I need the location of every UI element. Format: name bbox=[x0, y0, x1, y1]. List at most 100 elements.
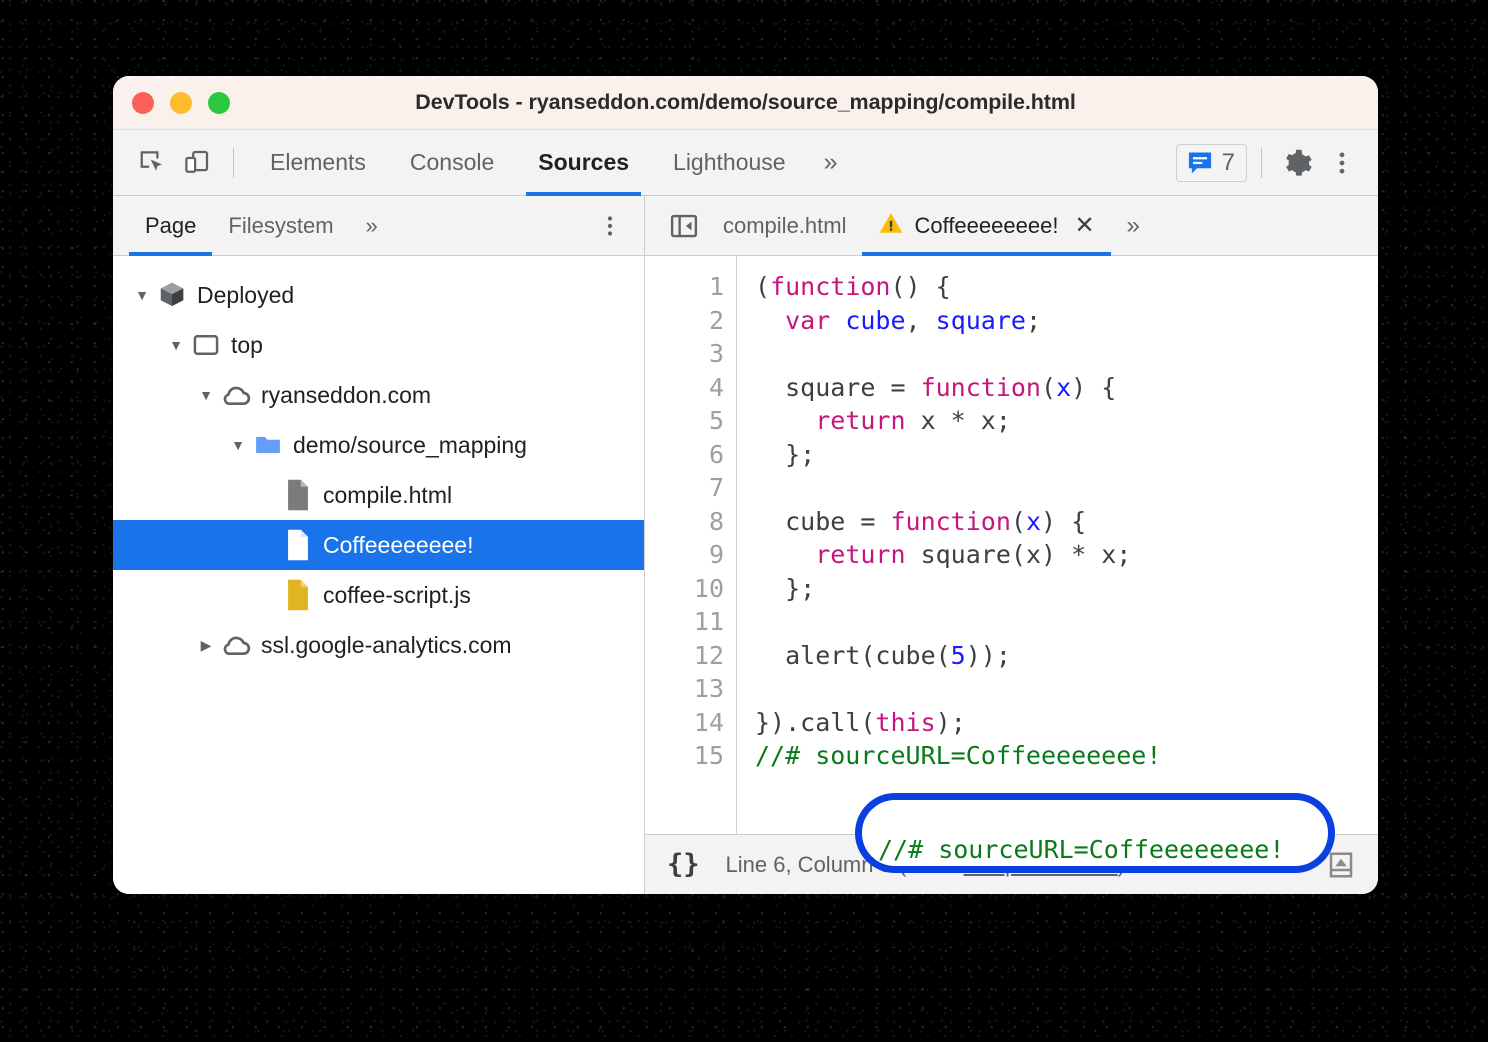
collapse-sidebar-icon[interactable] bbox=[661, 203, 707, 249]
tree-item-ssl-google-analytics-com[interactable]: ▶ ssl.google-analytics.com bbox=[113, 620, 644, 670]
code-line: }; bbox=[755, 438, 1378, 472]
tree-item-label: coffee-script.js bbox=[323, 582, 471, 609]
code-token: }; bbox=[755, 574, 815, 603]
devtools-main-toolbar: Elements Console Sources Lighthouse » 7 bbox=[113, 130, 1378, 196]
line-number: 10 bbox=[645, 572, 736, 606]
code-token: square = bbox=[755, 373, 921, 402]
source-origin: (From compile.html:40) bbox=[899, 852, 1125, 878]
more-vertical-icon[interactable] bbox=[1320, 141, 1364, 185]
code-token: )); bbox=[966, 641, 1011, 670]
code-line: alert(cube(5)); bbox=[755, 639, 1378, 673]
code-token: alert(cube( bbox=[755, 641, 951, 670]
editor-tab-overflow-chevron-icon[interactable]: » bbox=[1111, 196, 1156, 255]
cursor-position: Line 6, Column 5 bbox=[726, 852, 892, 878]
code-line bbox=[755, 471, 1378, 505]
code-token: 5 bbox=[951, 641, 966, 670]
line-number: 5 bbox=[645, 404, 736, 438]
tab-lighthouse[interactable]: Lighthouse bbox=[651, 130, 808, 195]
editor-tab-compile-html[interactable]: compile.html bbox=[707, 196, 862, 255]
tab-elements[interactable]: Elements bbox=[248, 130, 388, 195]
source-origin-prefix: (From bbox=[899, 852, 964, 877]
chevron-down-icon[interactable]: ▼ bbox=[163, 337, 189, 353]
code-line bbox=[755, 672, 1378, 706]
editor-tab-label: compile.html bbox=[723, 213, 846, 239]
code-token: this bbox=[875, 708, 935, 737]
line-number: 2 bbox=[645, 304, 736, 338]
code-token: function bbox=[890, 507, 1010, 536]
sources-navigator-panel: Page Filesystem » ▼ bbox=[113, 196, 645, 894]
chevron-down-icon[interactable]: ▼ bbox=[129, 287, 155, 303]
tree-item-label: ssl.google-analytics.com bbox=[261, 632, 512, 659]
source-origin-suffix: ) bbox=[1118, 852, 1125, 877]
chevron-right-icon[interactable]: ▶ bbox=[193, 637, 219, 654]
chevron-down-icon[interactable]: ▼ bbox=[193, 387, 219, 403]
chevron-down-icon[interactable]: ▼ bbox=[225, 437, 251, 453]
device-toolbar-icon[interactable] bbox=[175, 141, 219, 185]
code-token: return bbox=[815, 406, 905, 435]
code-content[interactable]: (function() { var cube, square; square =… bbox=[737, 256, 1378, 834]
code-token: cube = bbox=[755, 507, 890, 536]
file-gray-icon bbox=[281, 478, 315, 512]
source-origin-link[interactable]: compile.html:40 bbox=[964, 852, 1118, 877]
window-title-bar: DevTools - ryanseddon.com/demo/source_ma… bbox=[113, 76, 1378, 130]
inspect-element-icon[interactable] bbox=[131, 141, 175, 185]
code-token: square(x) * x; bbox=[906, 540, 1132, 569]
code-line: square = function(x) { bbox=[755, 371, 1378, 405]
navigator-more-vertical-icon[interactable] bbox=[588, 214, 644, 238]
pretty-print-icon[interactable]: {} bbox=[667, 849, 700, 880]
code-line: return x * x; bbox=[755, 404, 1378, 438]
code-token: }).call( bbox=[755, 708, 875, 737]
code-token: ) { bbox=[1041, 507, 1086, 536]
code-token: ) { bbox=[1071, 373, 1116, 402]
code-line: }; bbox=[755, 572, 1378, 606]
nav-tab-page[interactable]: Page bbox=[129, 196, 212, 255]
tree-item-coffeeeeeeee[interactable]: Coffeeeeeeee! bbox=[113, 520, 644, 570]
line-number: 1 bbox=[645, 270, 736, 304]
tree-item-coffee-script-js[interactable]: coffee-script.js bbox=[113, 570, 644, 620]
code-token: x bbox=[1056, 373, 1071, 402]
code-line: //# sourceURL=Coffeeeeeeee! bbox=[755, 739, 1378, 773]
tree-item-demo-source-mapping[interactable]: ▼ demo/source_mapping bbox=[113, 420, 644, 470]
line-number: 13 bbox=[645, 672, 736, 706]
panel-overflow-chevron-icon[interactable]: » bbox=[808, 130, 854, 195]
editor-status-bar: {} Line 6, Column 5 (From compile.html:4… bbox=[645, 834, 1378, 894]
tree-item-top[interactable]: ▼ top bbox=[113, 320, 644, 370]
code-token: ( bbox=[1041, 373, 1056, 402]
tree-item-ryanseddon-com[interactable]: ▼ ryanseddon.com bbox=[113, 370, 644, 420]
line-number: 6 bbox=[645, 438, 736, 472]
frame-icon bbox=[189, 331, 223, 359]
code-token: , bbox=[906, 306, 936, 335]
panel-tab-list: Elements Console Sources Lighthouse » bbox=[248, 130, 853, 195]
cloud-icon bbox=[219, 629, 253, 661]
window-title: DevTools - ryanseddon.com/demo/source_ma… bbox=[113, 90, 1378, 115]
code-token: ( bbox=[755, 272, 770, 301]
message-count: 7 bbox=[1222, 149, 1235, 177]
editor-tab-coffeeeeeeee[interactable]: Coffeeeeeeee! ✕ bbox=[862, 196, 1110, 255]
nav-tab-filesystem[interactable]: Filesystem bbox=[212, 196, 349, 255]
navigator-tab-bar: Page Filesystem » bbox=[113, 196, 644, 256]
code-token: //# sourceURL=Coffeeeeeeee! bbox=[755, 741, 1161, 770]
message-count-badge[interactable]: 7 bbox=[1176, 144, 1247, 182]
devtools-body: Page Filesystem » ▼ bbox=[113, 196, 1378, 894]
navigator-overflow-chevron-icon[interactable]: » bbox=[350, 196, 394, 255]
line-number: 4 bbox=[645, 371, 736, 405]
close-icon[interactable]: ✕ bbox=[1074, 211, 1094, 240]
line-number: 3 bbox=[645, 337, 736, 371]
tree-item-label: Deployed bbox=[197, 282, 294, 309]
code-token: cube bbox=[845, 306, 905, 335]
gear-icon[interactable] bbox=[1276, 141, 1320, 185]
code-token: ); bbox=[936, 708, 966, 737]
tree-item-compile-html[interactable]: compile.html bbox=[113, 470, 644, 520]
show-drawer-icon[interactable] bbox=[1318, 842, 1364, 888]
tab-sources[interactable]: Sources bbox=[516, 130, 651, 195]
line-number: 7 bbox=[645, 471, 736, 505]
warning-triangle-icon bbox=[878, 210, 904, 242]
code-token: ; bbox=[1026, 306, 1041, 335]
code-token: square bbox=[936, 306, 1026, 335]
editor-pane: compile.html Coffeeeeeeee! ✕ » bbox=[645, 196, 1378, 894]
editor-tab-label: Coffeeeeeeee! bbox=[914, 213, 1058, 239]
tree-item-label: Coffeeeeeeee! bbox=[323, 532, 474, 559]
code-editor[interactable]: 1 2 3 4 5 6 7 8 9 10 11 12 13 14 15 (fun… bbox=[645, 256, 1378, 834]
tree-item-deployed[interactable]: ▼ Deployed bbox=[113, 270, 644, 320]
tab-console[interactable]: Console bbox=[388, 130, 516, 195]
